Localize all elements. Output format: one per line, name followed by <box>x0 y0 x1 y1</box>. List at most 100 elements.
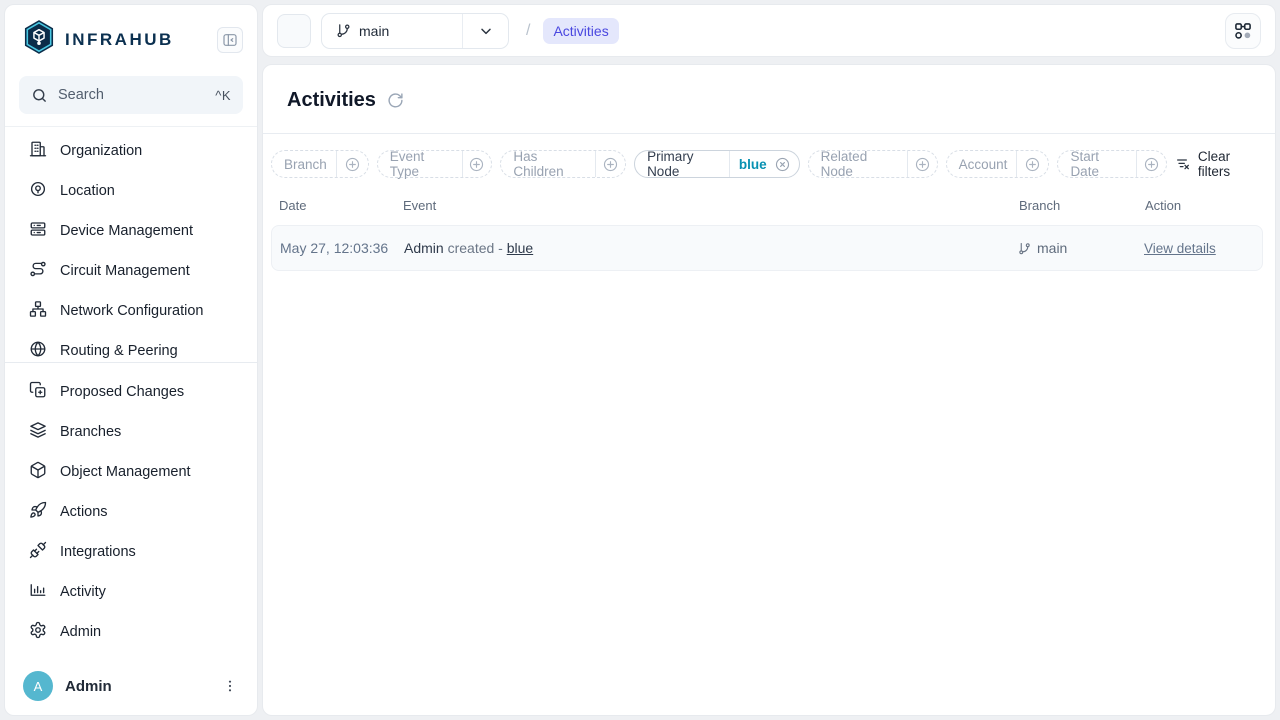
building-icon <box>29 140 47 162</box>
sidebar-item-object-management[interactable]: Object Management <box>5 452 257 492</box>
rocket-icon <box>29 501 47 523</box>
event-object-link[interactable]: blue <box>507 240 533 256</box>
circle-x-icon[interactable] <box>774 156 799 173</box>
filter-chip-branch[interactable]: Branch <box>271 150 369 178</box>
search-icon <box>31 87 48 104</box>
filter-chip-has-children[interactable]: Has Children <box>500 150 626 178</box>
search-input[interactable]: Search ^K <box>19 76 243 114</box>
filter-chip-label: Branch <box>272 157 336 172</box>
plug-icon <box>29 541 47 563</box>
sidebar-item-proposed-changes[interactable]: Proposed Changes <box>5 372 257 412</box>
event-actor: Admin <box>404 240 444 256</box>
branch-selector[interactable]: main <box>321 13 509 49</box>
event-verb: created - <box>448 240 503 256</box>
filter-chip-event-type[interactable]: Event Type <box>377 150 493 178</box>
sidebar-item-label: Proposed Changes <box>60 384 184 400</box>
filter-chip-label: Event Type <box>378 149 462 179</box>
globe-icon <box>29 340 47 362</box>
infrahub-logo-icon <box>23 19 55 60</box>
filter-chip-label: Account <box>947 157 1017 172</box>
sidebar-item-device-management[interactable]: Device Management <box>5 211 257 251</box>
table-row[interactable]: May 27, 12:03:36 Admin created - blue ma… <box>271 225 1263 271</box>
sidebar-item-label: Admin <box>60 624 101 640</box>
sidebar-item-label: Network Configuration <box>60 303 203 319</box>
filter-chip-label: Start Date <box>1058 149 1136 179</box>
breadcrumb-separator: / <box>526 22 530 40</box>
sidebar-item-label: Device Management <box>60 223 193 239</box>
sidebar-item-network-configuration[interactable]: Network Configuration <box>5 291 257 331</box>
circle-plus-icon[interactable] <box>1017 156 1048 173</box>
filter-chip-account[interactable]: Account <box>946 150 1050 178</box>
sidebar-item-branches[interactable]: Branches <box>5 412 257 452</box>
row-branch-name: main <box>1037 240 1067 256</box>
circle-plus-icon[interactable] <box>1137 156 1166 173</box>
sidebar-nav-schema-group: Organization Location Device Management … <box>5 126 257 362</box>
brand-title: INFRAHUB <box>65 30 217 50</box>
kebab-menu-icon[interactable] <box>219 675 241 697</box>
refresh-icon[interactable] <box>387 92 404 109</box>
circle-plus-icon[interactable] <box>596 156 625 173</box>
circle-plus-icon[interactable] <box>462 156 491 173</box>
sidebar-item-location[interactable]: Location <box>5 171 257 211</box>
row-date: May 27, 12:03:36 <box>272 240 396 256</box>
chevron-down-icon[interactable] <box>462 14 508 48</box>
circle-plus-icon[interactable] <box>337 156 368 173</box>
git-branch-icon <box>336 23 351 38</box>
row-branch: main <box>1010 240 1136 256</box>
collapse-sidebar-button[interactable] <box>217 27 243 53</box>
sidebar-item-label: Integrations <box>60 544 136 560</box>
sidebar-item-integrations[interactable]: Integrations <box>5 532 257 572</box>
sidebar-item-label: Activity <box>60 584 106 600</box>
sidebar-item-organization[interactable]: Organization <box>5 131 257 171</box>
filter-x-icon <box>1175 156 1191 172</box>
breadcrumb-activities[interactable]: Activities <box>543 18 618 44</box>
column-header-action: Action <box>1137 198 1263 213</box>
column-header-branch: Branch <box>1011 198 1137 213</box>
time-travel-button[interactable] <box>277 14 311 48</box>
network-icon <box>29 300 47 322</box>
filter-chip-value: blue <box>730 157 774 172</box>
circle-plus-icon[interactable] <box>908 156 937 173</box>
search-placeholder: Search <box>58 87 215 103</box>
sidebar-item-routing-peering[interactable]: Routing & Peering <box>5 331 257 362</box>
user-menu[interactable]: A Admin <box>5 661 257 715</box>
sidebar-item-actions[interactable]: Actions <box>5 492 257 532</box>
sidebar-item-label: Circuit Management <box>60 263 190 279</box>
table-header: Date Event Branch Action <box>271 198 1263 213</box>
view-details-link[interactable]: View details <box>1144 241 1216 256</box>
diff-icon <box>29 381 47 403</box>
gear-icon <box>29 621 47 643</box>
sidebar-nav-main-group: Proposed Changes Branches Object Managem… <box>5 362 257 661</box>
sidebar-item-label: Actions <box>60 504 108 520</box>
column-header-event: Event <box>395 198 1011 213</box>
filter-chip-related-node[interactable]: Related Node <box>808 150 938 178</box>
topbar: main / Activities <box>262 4 1276 57</box>
main-panel: Activities Branch Event Type Has Childre… <box>262 64 1276 716</box>
column-header-date: Date <box>271 198 395 213</box>
search-shortcut: ^K <box>215 88 231 103</box>
clear-filters-button[interactable]: Clear filters <box>1175 149 1261 179</box>
route-icon <box>29 260 47 282</box>
sidebar-item-label: Location <box>60 183 115 199</box>
sidebar-item-circuit-management[interactable]: Circuit Management <box>5 251 257 291</box>
schema-graph-button[interactable] <box>1225 13 1261 49</box>
sidebar-item-label: Organization <box>60 143 142 159</box>
logo-row: INFRAHUB <box>5 5 257 72</box>
branch-selected-value: main <box>359 23 389 39</box>
layers-icon <box>29 421 47 443</box>
sidebar-item-activity[interactable]: Activity <box>5 572 257 612</box>
sidebar-item-label: Object Management <box>60 464 191 480</box>
filter-chip-label: Has Children <box>501 149 595 179</box>
filter-chip-label: Related Node <box>809 149 907 179</box>
row-event: Admin created - blue <box>396 240 1010 256</box>
server-icon <box>29 220 47 242</box>
filter-chip-label: Primary Node <box>635 149 729 179</box>
user-name: Admin <box>65 678 207 695</box>
avatar: A <box>23 671 53 701</box>
filter-chip-primary-node[interactable]: Primary Node blue <box>634 150 800 178</box>
bar-chart-icon <box>29 581 47 603</box>
sidebar-item-label: Branches <box>60 424 121 440</box>
sidebar-item-admin[interactable]: Admin <box>5 612 257 652</box>
filter-chip-start-date[interactable]: Start Date <box>1057 150 1166 178</box>
clear-filters-label: Clear filters <box>1198 149 1261 179</box>
